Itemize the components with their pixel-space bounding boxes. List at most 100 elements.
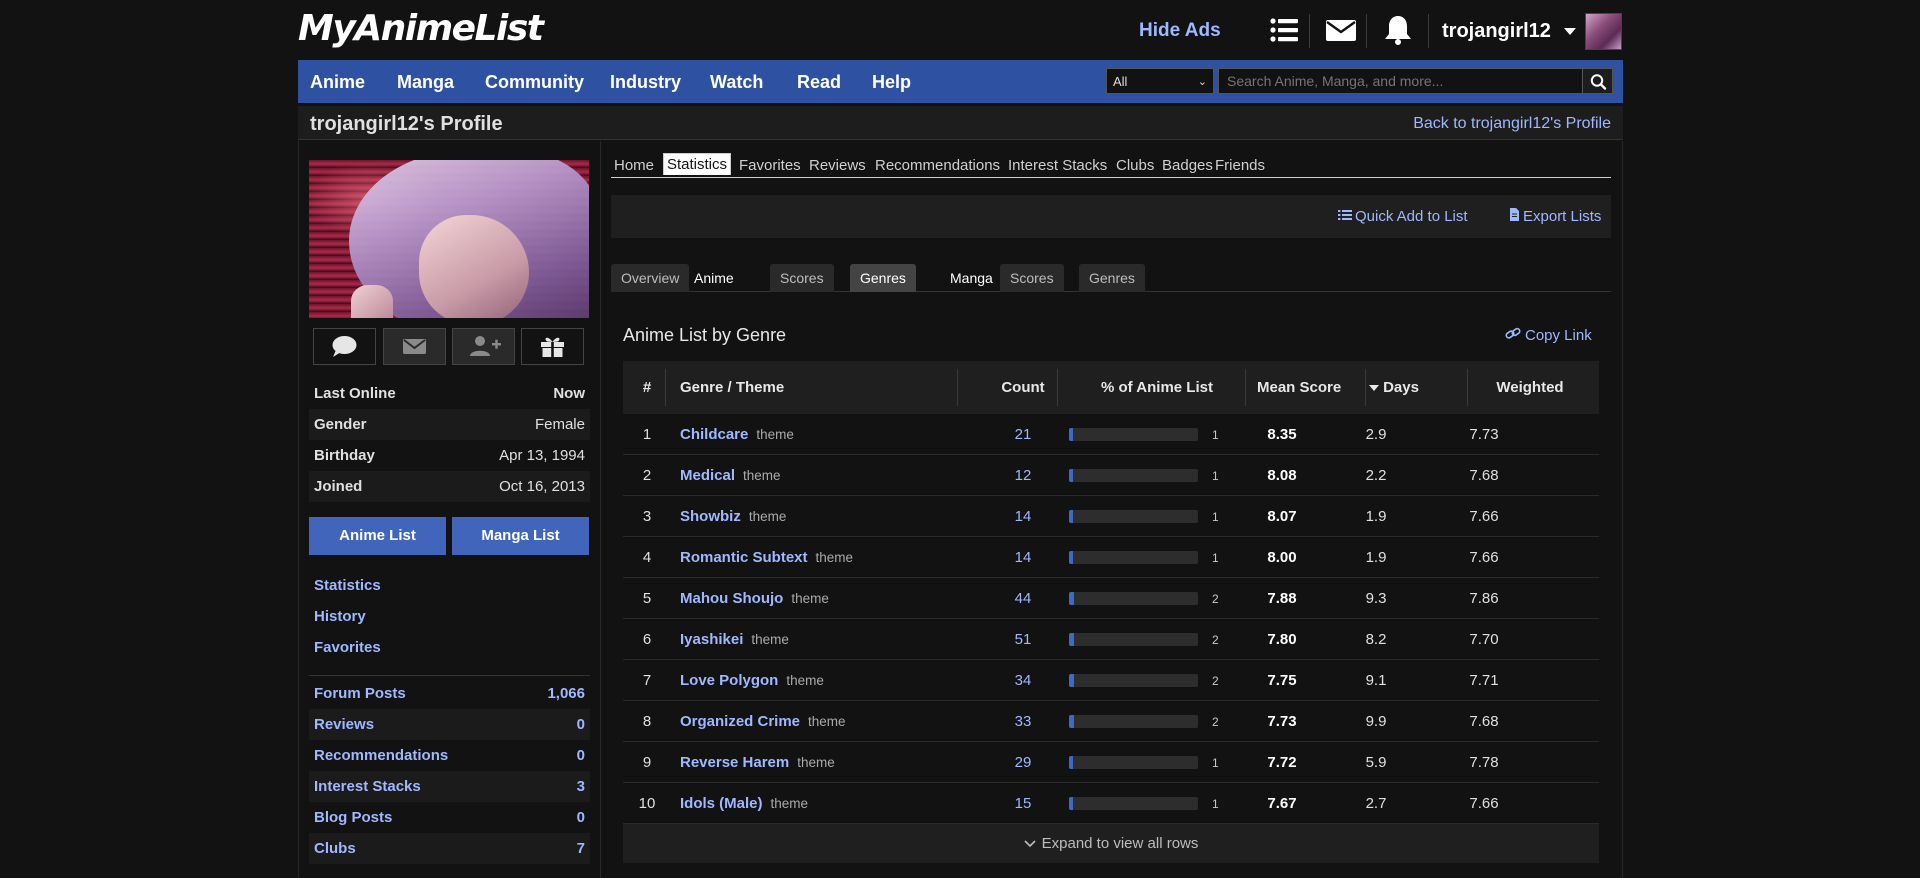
col-days-header[interactable]: Days: [1376, 379, 1426, 396]
row-count-link[interactable]: 14: [1003, 549, 1043, 566]
send-message-button[interactable]: [383, 328, 446, 365]
genre-type: theme: [743, 468, 781, 483]
row-rank: 4: [642, 549, 652, 566]
tab-interest-stacks[interactable]: Interest Stacks: [1005, 155, 1110, 176]
genre-link[interactable]: Romantic Subtext theme: [680, 549, 853, 566]
gift-button[interactable]: [521, 328, 584, 365]
col-mean-header[interactable]: Mean Score: [1257, 379, 1341, 396]
copy-link[interactable]: Copy Link: [1505, 327, 1592, 344]
table-row: 4 Romantic Subtext theme 14 1 8.00 1.9 7.66: [623, 537, 1599, 578]
stat-tab-manga-scores[interactable]: Scores: [1000, 264, 1064, 292]
export-lists-link[interactable]: Export Lists: [1509, 208, 1601, 225]
column-divider: [1245, 369, 1246, 406]
sidebar-count-clubs[interactable]: Clubs 7: [309, 833, 590, 864]
genre-link[interactable]: Showbiz theme: [680, 508, 786, 525]
sidebar-count-recommendations[interactable]: Recommendations 0: [309, 740, 590, 771]
genre-name: Reverse Harem: [680, 754, 790, 771]
row-count-link[interactable]: 33: [1003, 713, 1043, 730]
manga-list-button[interactable]: Manga List: [452, 517, 589, 555]
genre-link[interactable]: Childcare theme: [680, 426, 794, 443]
quick-add-link[interactable]: Quick Add to List: [1338, 208, 1468, 225]
speech-bubble-icon: [332, 336, 357, 357]
tab-recommendations[interactable]: Recommendations: [872, 155, 1003, 176]
page-title-bar: trojangirl12's Profile Back to trojangir…: [298, 106, 1623, 140]
user-avatar[interactable]: [1585, 13, 1622, 50]
sidebar-link-statistics[interactable]: Statistics: [309, 570, 590, 601]
col-count-header[interactable]: Count: [985, 379, 1061, 396]
anime-list-button[interactable]: Anime List: [309, 517, 446, 555]
search-button[interactable]: [1582, 68, 1613, 94]
row-rank: 2: [642, 467, 652, 484]
nav-industry[interactable]: Industry: [610, 72, 681, 93]
stat-tab-manga-genres[interactable]: Genres: [1079, 264, 1145, 292]
site-logo[interactable]: MyAnimeList: [298, 8, 544, 49]
tab-statistics[interactable]: Statistics: [663, 153, 732, 175]
nav-anime[interactable]: Anime: [310, 72, 365, 93]
genre-link[interactable]: Reverse Harem theme: [680, 754, 835, 771]
row-mean-score: 8.35: [1267, 426, 1297, 443]
back-to-profile-link[interactable]: Back to trojangirl12's Profile: [1413, 115, 1611, 133]
nav-read[interactable]: Read: [797, 72, 841, 93]
stat-tab-anime-scores[interactable]: Scores: [770, 264, 834, 292]
genre-type: theme: [808, 714, 846, 729]
sidebar-link-favorites[interactable]: Favorites: [309, 632, 590, 663]
nav-help[interactable]: Help: [872, 72, 911, 93]
col-weighted-header[interactable]: Weighted: [1485, 379, 1575, 396]
genre-link[interactable]: Love Polygon theme: [680, 672, 824, 689]
col-percent-header[interactable]: % of Anime List: [1068, 379, 1246, 396]
comment-button[interactable]: [313, 328, 376, 365]
search-type-select[interactable]: All ⌄: [1106, 68, 1214, 94]
sidebar-count-forum-posts[interactable]: Forum Posts 1,066: [309, 678, 590, 709]
tab-badges[interactable]: Badges: [1159, 155, 1216, 176]
copy-link-label: Copy Link: [1525, 327, 1592, 344]
sidebar-count-blog-posts[interactable]: Blog Posts 0: [309, 802, 590, 833]
mail-icon[interactable]: [1324, 13, 1358, 47]
tab-reviews[interactable]: Reviews: [806, 155, 869, 176]
add-friend-button[interactable]: [452, 328, 515, 365]
tab-favorites[interactable]: Favorites: [736, 155, 804, 176]
stat-tab-overview[interactable]: Overview: [611, 264, 690, 292]
hide-ads-link[interactable]: Hide Ads: [1139, 20, 1221, 42]
stat-tab-manga[interactable]: Manga: [940, 264, 1003, 292]
row-count-link[interactable]: 29: [1003, 754, 1043, 771]
genre-link[interactable]: Mahou Shoujo theme: [680, 590, 829, 607]
count-value: 1,066: [547, 685, 585, 702]
row-count-link[interactable]: 34: [1003, 672, 1043, 689]
info-row-birthday: Birthday Apr 13, 1994: [309, 440, 590, 471]
list-icon[interactable]: [1267, 13, 1301, 47]
sidebar-count-reviews[interactable]: Reviews 0: [309, 709, 590, 740]
row-count-link[interactable]: 14: [1003, 508, 1043, 525]
nav-watch[interactable]: Watch: [710, 72, 763, 93]
header-divider: [1309, 14, 1310, 48]
row-count-link[interactable]: 15: [1003, 795, 1043, 812]
genre-link[interactable]: Organized Crime theme: [680, 713, 846, 730]
genre-link[interactable]: Idols (Male) theme: [680, 795, 808, 812]
sidebar-link-history[interactable]: History: [309, 601, 590, 632]
row-count-link[interactable]: 44: [1003, 590, 1043, 607]
info-row-joined: Joined Oct 16, 2013: [309, 471, 590, 502]
col-rank-header[interactable]: #: [637, 379, 657, 396]
row-count-link[interactable]: 12: [1003, 467, 1043, 484]
tab-clubs[interactable]: Clubs: [1113, 155, 1157, 176]
nav-community[interactable]: Community: [485, 72, 584, 93]
stat-tab-anime[interactable]: Anime: [684, 264, 744, 292]
sidebar-count-interest-stacks[interactable]: Interest Stacks 3: [309, 771, 590, 802]
search-input[interactable]: [1218, 68, 1582, 94]
stat-tab-anime-genres[interactable]: Genres: [850, 264, 916, 292]
nav-manga[interactable]: Manga: [397, 72, 454, 93]
table-row: 1 Childcare theme 21 1 8.35 2.9 7.73: [623, 414, 1599, 455]
tab-friends[interactable]: Friends: [1212, 155, 1268, 176]
expand-rows-button[interactable]: Expand to view all rows: [623, 824, 1599, 863]
tab-home[interactable]: Home: [611, 155, 657, 176]
row-count-link[interactable]: 51: [1003, 631, 1043, 648]
chevron-down-icon[interactable]: [1564, 28, 1576, 35]
genre-link[interactable]: Medical theme: [680, 467, 781, 484]
col-genre-header[interactable]: Genre / Theme: [680, 379, 784, 396]
user-menu-name[interactable]: trojangirl12: [1442, 20, 1551, 43]
row-count-link[interactable]: 21: [1003, 426, 1043, 443]
genre-link[interactable]: Iyashikei theme: [680, 631, 789, 648]
chevron-down-icon: ⌄: [1197, 76, 1207, 88]
bell-icon[interactable]: [1381, 13, 1415, 47]
row-weighted: 7.73: [1469, 426, 1499, 443]
file-icon: [1510, 208, 1519, 221]
